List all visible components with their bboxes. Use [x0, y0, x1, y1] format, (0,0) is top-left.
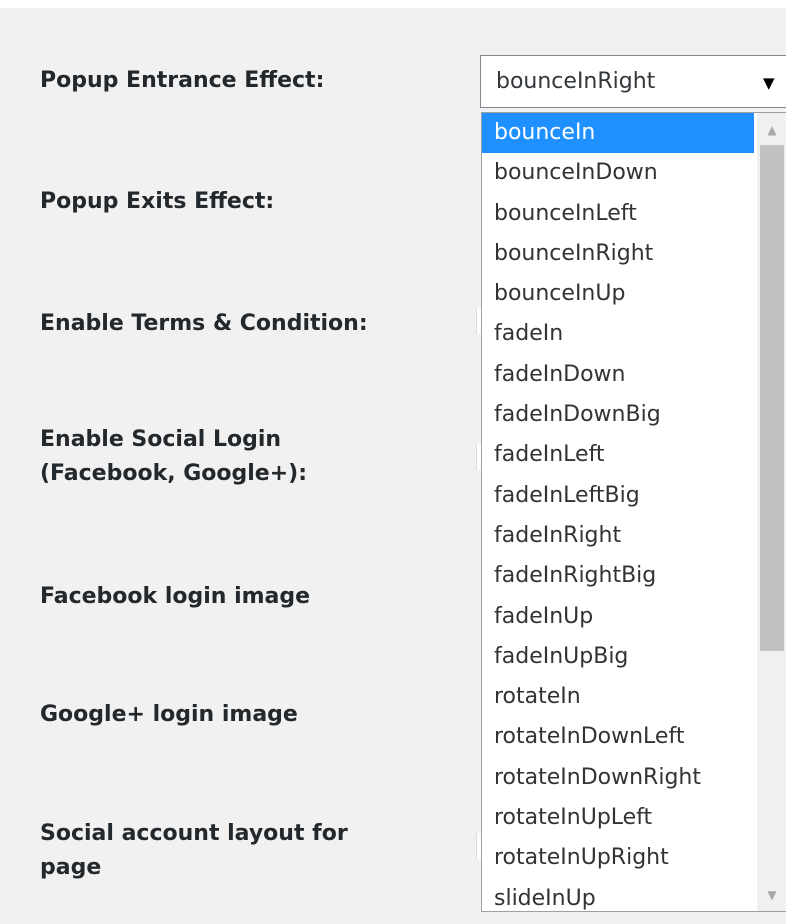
dropdown-option[interactable]: rotateInUpRight — [482, 838, 754, 878]
entrance-effect-dropdown-list[interactable]: bounceIn bounceInDown bounceInLeft bounceIn… — [481, 112, 786, 912]
dropdown-option[interactable]: fadeInDownBig — [482, 395, 754, 435]
scroll-thumb[interactable] — [760, 145, 784, 651]
dropdown-scrollbar[interactable]: ▲ ▼ — [757, 113, 786, 911]
dropdown-option[interactable]: bounceInDown — [482, 153, 754, 193]
label-google-login-image: Google+ login image — [40, 702, 298, 727]
entrance-effect-select[interactable]: bounceInRight ▼ — [480, 55, 786, 108]
label-enable-social-login: Enable Social Login (Facebook, Google+): — [40, 427, 308, 486]
dropdown-option[interactable]: rotateIn — [482, 677, 754, 717]
dropdown-option[interactable]: bounceIn — [482, 113, 754, 154]
label-facebook-login-image: Facebook login image — [40, 584, 311, 609]
label-popup-exits-effect: Popup Exits Effect: — [40, 189, 275, 214]
dropdown-option[interactable]: rotateInDownLeft — [482, 717, 754, 757]
dropdown-option[interactable]: fadeInUp — [482, 597, 754, 637]
dropdown-option[interactable]: bounceInUp — [482, 274, 754, 314]
dropdown-option[interactable]: rotateInDownRight — [482, 758, 754, 798]
dropdown-option[interactable]: fadeInRight — [482, 516, 754, 556]
dropdown-option[interactable]: fadeInLeft — [482, 435, 754, 475]
top-strip — [0, 0, 786, 8]
dropdown-option[interactable]: bounceInLeft — [482, 194, 754, 234]
scroll-up-arrow-icon[interactable]: ▲ — [757, 117, 786, 143]
dropdown-option[interactable]: rotateInUpLeft — [482, 798, 754, 838]
label-enable-terms-condition: Enable Terms & Condition: — [40, 311, 368, 336]
dropdown-option[interactable]: fadeInRightBig — [482, 556, 754, 596]
dropdown-option[interactable]: fadeIn — [482, 314, 754, 354]
dropdown-option[interactable]: fadeInUpBig — [482, 637, 754, 677]
dropdown-option[interactable]: bounceInRight — [482, 234, 754, 274]
settings-panel: Popup Entrance Effect: Popup Exits Effec… — [0, 0, 786, 924]
scroll-down-arrow-icon[interactable]: ▼ — [757, 882, 786, 908]
dropdown-options: bounceIn bounceInDown bounceInLeft bounceIn… — [482, 113, 754, 911]
label-popup-entrance-effect: Popup Entrance Effect: — [40, 68, 325, 93]
select-current-value: bounceInRight — [496, 69, 656, 94]
dropdown-option[interactable]: slideInUp — [482, 879, 754, 911]
dropdown-option[interactable]: fadeInDown — [482, 355, 754, 395]
chevron-down-icon[interactable]: ▼ — [763, 68, 775, 98]
label-social-account-layout: Social account layout for page — [40, 821, 348, 880]
dropdown-option[interactable]: fadeInLeftBig — [482, 476, 754, 516]
